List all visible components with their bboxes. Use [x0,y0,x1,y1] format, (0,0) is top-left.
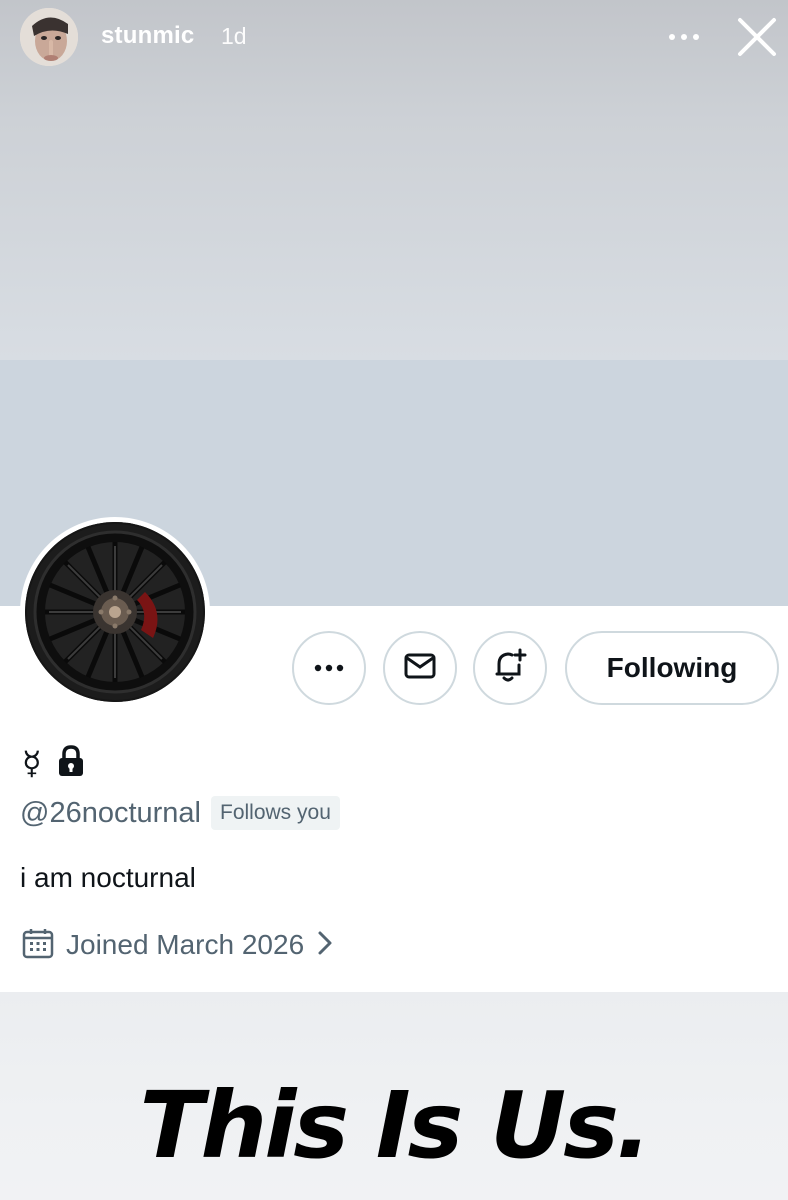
story-header: stunmic 1d [0,0,788,76]
notifications-button[interactable] [473,631,547,705]
joined-date: Joined March 2026 [66,929,305,960]
more-horizontal-icon[interactable] [664,22,704,52]
story-caption: This Is Us. [139,1072,651,1179]
message-button[interactable] [383,631,457,705]
calendar-icon [22,927,54,964]
story-username[interactable]: stunmic [101,22,194,50]
more-horizontal-icon [314,659,344,677]
story-timestamp: 1d [221,23,247,49]
wheel-image [25,522,205,702]
profile-bio: i am nocturnal [20,862,196,893]
profile-handle: @26nocturnal [20,796,201,829]
chevron-right-icon[interactable] [316,930,334,961]
story-user-avatar[interactable] [20,8,78,66]
joined-date-row: Joined March 2026 [22,925,334,965]
lock-icon [58,744,84,782]
close-icon[interactable] [734,14,780,60]
profile-avatar[interactable] [20,517,210,707]
more-options-button[interactable] [292,631,366,705]
avatar-photo [20,8,78,66]
follows-you-badge: Follows you [211,796,340,830]
mail-icon [404,652,436,685]
following-button[interactable]: Following [565,631,779,705]
mercury-symbol: ☿ [22,744,42,782]
display-name-row: ☿ [22,743,84,783]
bell-plus-icon [493,648,527,689]
handle-row: @26nocturnal Follows you [20,795,340,831]
